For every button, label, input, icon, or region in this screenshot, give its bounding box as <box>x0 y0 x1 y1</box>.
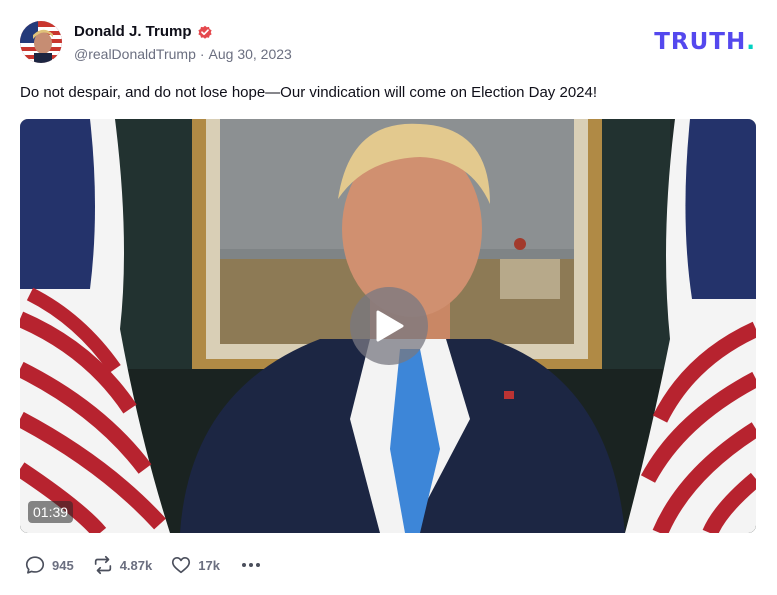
author-handle[interactable]: @realDonaldTrump <box>74 46 196 62</box>
post-date[interactable]: Aug 30, 2023 <box>209 46 292 62</box>
truth-logo[interactable]: TRUTH. <box>654 29 756 55</box>
author-display-name[interactable]: Donald J. Trump <box>74 23 213 40</box>
truth-logo-text: TRUTH <box>654 29 747 55</box>
play-icon <box>376 310 404 342</box>
more-options-icon <box>241 563 260 567</box>
reply-count: 945 <box>52 557 74 573</box>
author-name-text: Donald J. Trump <box>74 23 192 40</box>
like-count: 17k <box>198 557 220 573</box>
post-text: Do not despair, and do not lose hope—Our… <box>20 84 598 101</box>
retruth-button[interactable]: 4.87k <box>92 554 153 576</box>
play-button[interactable] <box>350 287 428 365</box>
meta-separator: · <box>199 46 205 62</box>
heart-icon <box>172 557 191 574</box>
reply-button[interactable]: 945 <box>24 554 74 576</box>
video-duration: 01:39 <box>28 501 74 523</box>
more-options-button[interactable] <box>240 554 262 576</box>
avatar[interactable] <box>20 21 62 63</box>
truth-logo-dot: . <box>746 29 756 55</box>
reply-icon <box>25 556 45 574</box>
retruth-icon <box>94 555 111 575</box>
retruth-count: 4.87k <box>119 557 153 573</box>
video-player[interactable]: 01:39 <box>20 119 756 533</box>
avatar-image <box>20 21 62 63</box>
post-meta: @realDonaldTrump · Aug 30, 2023 <box>74 46 292 62</box>
verified-badge-icon <box>197 25 212 39</box>
like-button[interactable]: 17k <box>170 554 220 576</box>
post-actions: 945 4.87k 17k <box>24 553 262 577</box>
truth-post: Donald J. Trump @realDonaldTrump · Aug 30,… <box>0 0 777 595</box>
